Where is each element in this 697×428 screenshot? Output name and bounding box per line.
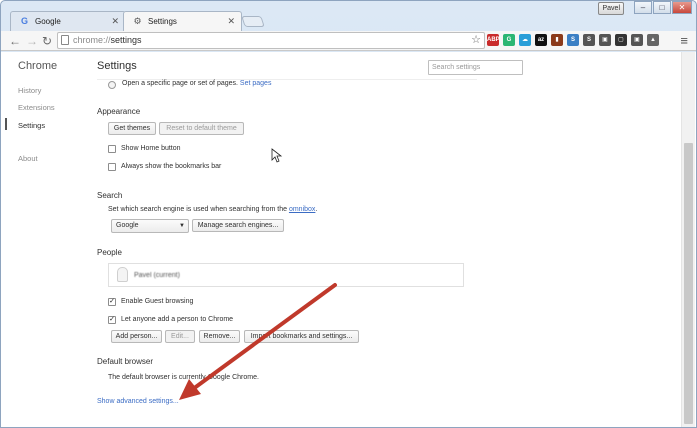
show-home-checkbox[interactable] bbox=[108, 145, 116, 153]
set-pages-link[interactable]: Set pages bbox=[240, 80, 272, 87]
sidebar-title: Chrome bbox=[18, 60, 58, 72]
extension-icon[interactable]: ▣ bbox=[631, 34, 643, 46]
profile-button[interactable]: Pavel bbox=[598, 2, 624, 15]
tab-settings[interactable]: ⚙ Settings ✕ bbox=[123, 11, 242, 32]
bookmark-star-icon[interactable]: ☆ bbox=[471, 33, 481, 48]
omnibox-link[interactable]: omnibox bbox=[289, 206, 315, 213]
new-tab-button[interactable] bbox=[241, 16, 265, 27]
startup-radio[interactable] bbox=[108, 81, 116, 89]
profile-name[interactable]: Pavel (current) bbox=[134, 272, 180, 279]
selection-marker bbox=[5, 118, 7, 130]
sidebar-item-settings[interactable]: Settings bbox=[18, 121, 45, 130]
extension-icons: ABP G ☁ az ▮ S S ▣ ▢ ▣ ▲ bbox=[487, 34, 659, 46]
page-icon bbox=[61, 35, 69, 45]
url-scheme: chrome:// bbox=[73, 35, 111, 45]
search-settings-input[interactable]: Search settings bbox=[428, 60, 523, 75]
show-home-label: Show Home button bbox=[121, 145, 181, 152]
close-window-button[interactable]: ✕ bbox=[672, 1, 692, 14]
get-themes-button[interactable]: Get themes bbox=[108, 122, 156, 135]
sidebar-item-history[interactable]: History bbox=[18, 86, 41, 95]
google-icon: G bbox=[20, 16, 28, 26]
menu-icon[interactable]: ≡ bbox=[680, 32, 688, 49]
people-heading: People bbox=[97, 248, 122, 257]
manage-search-engines-button[interactable]: Manage search engines... bbox=[192, 219, 284, 232]
startup-option-text: Open a specific page or set of pages. bbox=[122, 80, 238, 87]
page-title: Settings bbox=[97, 60, 137, 72]
tab-google[interactable]: G Google ✕ bbox=[10, 11, 126, 32]
sidebar-item-about[interactable]: About bbox=[18, 154, 38, 163]
back-icon[interactable]: ← bbox=[9, 33, 21, 49]
extension-icon[interactable]: S bbox=[583, 34, 595, 46]
extension-icon[interactable]: S bbox=[567, 34, 579, 46]
reset-theme-button[interactable]: Reset to default theme bbox=[159, 122, 244, 135]
guest-browsing-label: Enable Guest browsing bbox=[121, 298, 194, 305]
show-bookmarks-label: Always show the bookmarks bar bbox=[121, 163, 222, 170]
import-bookmarks-button[interactable]: Import bookmarks and settings... bbox=[244, 330, 359, 343]
search-desc-end: . bbox=[315, 206, 318, 213]
remove-person-button[interactable]: Remove... bbox=[199, 330, 240, 343]
gear-icon: ⚙ bbox=[133, 16, 142, 26]
appearance-heading: Appearance bbox=[97, 107, 141, 116]
address-bar[interactable]: chrome://settings ☆ bbox=[57, 32, 485, 49]
extension-icon[interactable]: ABP bbox=[487, 34, 500, 46]
search-description: Set which search engine is used when sea… bbox=[108, 206, 317, 213]
search-desc-text: Set which search engine is used when sea… bbox=[108, 206, 287, 213]
tab-label: Google bbox=[35, 17, 61, 26]
reload-icon[interactable]: ↻ bbox=[42, 33, 52, 49]
extension-icon[interactable]: G bbox=[503, 34, 515, 46]
default-browser-description: The default browser is currently Google … bbox=[108, 374, 259, 381]
sidebar-item-extensions[interactable]: Extensions bbox=[18, 103, 55, 112]
default-browser-heading: Default browser bbox=[97, 357, 154, 366]
url-path: settings bbox=[110, 35, 142, 45]
maximize-button[interactable]: □ bbox=[653, 1, 671, 14]
extension-icon[interactable]: az bbox=[535, 34, 547, 46]
close-tab-icon[interactable]: ✕ bbox=[227, 12, 235, 31]
window-controls: – □ ✕ bbox=[634, 1, 692, 14]
anyone-add-checkbox[interactable]: ✓ bbox=[108, 316, 116, 324]
extension-icon[interactable]: ▣ bbox=[599, 34, 611, 46]
guest-browsing-checkbox[interactable]: ✓ bbox=[108, 298, 116, 306]
search-engine-value: Google bbox=[116, 222, 139, 229]
tab-label: Settings bbox=[148, 17, 177, 26]
minimize-button[interactable]: – bbox=[634, 1, 652, 14]
settings-page: Chrome History Extensions Settings About… bbox=[1, 52, 696, 427]
avatar bbox=[117, 267, 128, 282]
browser-toolbar: ← → ↻ chrome://settings ☆ ABP G ☁ az ▮ S S ▣ ▢ ▣ ▲… bbox=[1, 31, 696, 51]
search-heading: Search bbox=[97, 191, 123, 200]
show-advanced-settings-link[interactable]: Show advanced settings... bbox=[97, 398, 179, 405]
extension-icon[interactable]: ▲ bbox=[647, 34, 659, 46]
extension-icon[interactable]: ☁ bbox=[519, 34, 531, 46]
extension-icon[interactable]: ▮ bbox=[551, 34, 563, 46]
startup-option-label: Open a specific page or set of pages. Se… bbox=[122, 80, 271, 87]
scrollbar[interactable] bbox=[681, 52, 695, 427]
scrollbar-thumb[interactable] bbox=[684, 143, 693, 424]
close-tab-icon[interactable]: ✕ bbox=[111, 12, 119, 31]
add-person-button[interactable]: Add person... bbox=[111, 330, 162, 343]
edit-person-button[interactable]: Edit... bbox=[165, 330, 195, 343]
people-list: Pavel (current) bbox=[108, 263, 464, 287]
anyone-add-label: Let anyone add a person to Chrome bbox=[121, 316, 234, 323]
dropdown-caret-icon: ▼ bbox=[179, 223, 185, 229]
extension-icon[interactable]: ▢ bbox=[615, 34, 627, 46]
show-bookmarks-checkbox[interactable] bbox=[108, 163, 116, 171]
forward-icon[interactable]: → bbox=[26, 33, 38, 49]
search-engine-select[interactable]: Google ▼ bbox=[111, 219, 189, 233]
